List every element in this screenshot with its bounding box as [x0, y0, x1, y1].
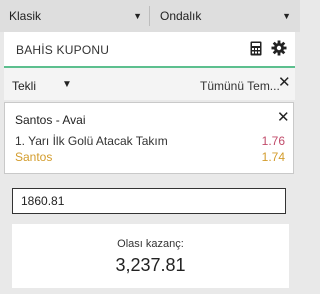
potential-win-box: Olası kazanç: 3,237.81	[12, 224, 289, 288]
bet-type-select[interactable]: Tekli	[12, 79, 36, 93]
dropdown-arrow-icon: ▼	[282, 11, 291, 21]
close-icon[interactable]: ✕	[278, 75, 291, 90]
coupon-header: BAHİS KUPONU	[4, 32, 295, 68]
odds-format-select[interactable]: Klasik ▼	[0, 4, 148, 28]
divider	[149, 6, 150, 26]
dropdown-arrow-icon: ▼	[133, 11, 142, 21]
coupon-title: BAHİS KUPONU	[16, 43, 110, 57]
market-name: 1. Yarı İlk Golü Atacak Takım	[15, 134, 168, 148]
odds-type-value: Ondalık	[160, 9, 202, 23]
stake-input[interactable]	[12, 188, 286, 214]
bet-card: Santos - Avai ✕ 1. Yarı İlk Golü Atacak …	[4, 102, 294, 174]
market-odds: 1.76	[261, 134, 285, 148]
bet-type-row: Tekli ▼ Tümünü Tem... ✕	[4, 68, 295, 100]
remove-all-label[interactable]: Tümünü Tem...	[200, 79, 280, 93]
match-name: Santos - Avai	[15, 113, 86, 127]
odds-type-select[interactable]: Ondalık ▼	[151, 4, 297, 28]
gear-icon[interactable]	[271, 40, 287, 56]
calculator-icon[interactable]	[250, 41, 262, 56]
close-icon[interactable]: ✕	[277, 110, 290, 125]
odds-settings-bar: Klasik ▼ Ondalık ▼	[0, 0, 300, 32]
selection-odds: 1.74	[261, 150, 285, 164]
potential-win-label: Olası kazanç:	[117, 238, 184, 250]
potential-win-value: 3,237.81	[115, 255, 186, 275]
odds-format-value: Klasik	[9, 9, 42, 23]
dropdown-arrow-icon[interactable]: ▼	[62, 79, 72, 90]
selection-name: Santos	[15, 150, 53, 164]
